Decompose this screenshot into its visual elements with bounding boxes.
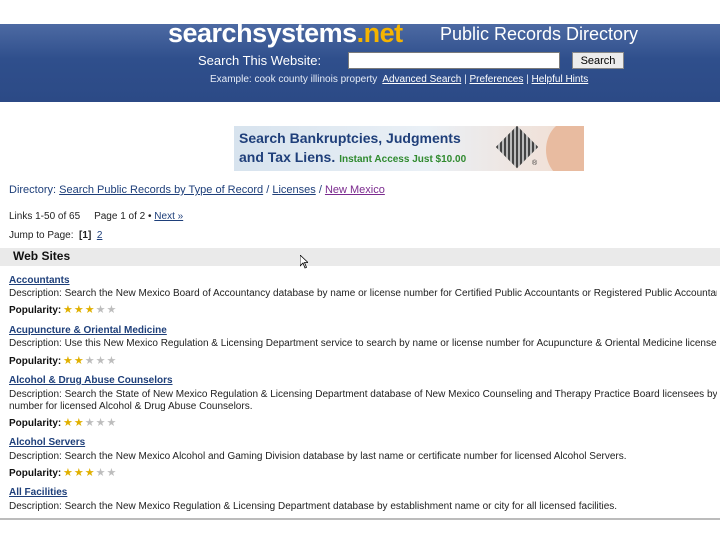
star-filled-icon: ★ [63, 355, 74, 367]
breadcrumb-prefix: Directory: [9, 184, 57, 196]
ad-subline-text: and Tax Liens. [239, 149, 336, 165]
star-filled-icon: ★ [73, 417, 85, 429]
jump-to-page: Jump to Page: [1] 2 [9, 230, 102, 241]
popularity-label: Popularity: [9, 418, 62, 429]
ad-banner[interactable]: Search Bankruptcies, Judgments and Tax L… [234, 126, 584, 171]
jump-label: Jump to Page: [9, 230, 74, 241]
ad-photo [546, 126, 584, 171]
breadcrumb-new-mexico[interactable]: New Mexico [325, 184, 385, 196]
advanced-search-link[interactable]: Advanced Search [382, 74, 461, 85]
current-page: [1] [79, 230, 92, 241]
ad-offer: Instant Access Just $10.00 [339, 154, 467, 165]
entry-title-alcohol-drug-abuse[interactable]: Alcohol & Drug Abuse Counselors [9, 375, 173, 386]
breadcrumb-by-type[interactable]: Search Public Records by Type of Record [59, 184, 263, 196]
entry-title-accountants[interactable]: Accountants [9, 275, 70, 286]
entry-description: Description: Search the New Mexico Board… [9, 288, 717, 299]
star-filled-icon: ★ [73, 304, 85, 316]
next-page-link[interactable]: Next » [154, 211, 183, 222]
links-count: Links 1-50 of 65 [9, 211, 81, 222]
preferences-link[interactable]: Preferences [469, 74, 523, 85]
entry-description: Description: Use this New Mexico Regulat… [9, 338, 717, 349]
separator: | [464, 74, 467, 85]
example-text: Example: cook county illinois property [210, 74, 378, 85]
entry-description-continued: number for licensed Alcohol & Drug Abuse… [9, 401, 253, 412]
star-filled-icon: ★ [63, 304, 74, 316]
logo-tld: .net [356, 18, 404, 48]
entry-description: Description: Search the New Mexico Alcoh… [9, 451, 627, 462]
star-empty-icon: ★ [95, 467, 107, 479]
star-empty-icon: ★ [106, 417, 118, 429]
star-empty-icon: ★ [106, 304, 118, 316]
popularity-stars: ★★★★★ [63, 466, 117, 479]
breadcrumb: Directory: Search Public Records by Type… [9, 184, 385, 196]
helpful-hints-link[interactable]: Helpful Hints [532, 74, 589, 85]
popularity-stars: ★★★★★ [63, 354, 117, 367]
page-bottom-divider [0, 518, 720, 520]
star-empty-icon: ★ [95, 417, 107, 429]
site-logo[interactable]: searchsystems.net [168, 18, 403, 49]
example-row: Example: cook county illinois property A… [210, 74, 588, 85]
ad-subline: and Tax Liens. Instant Access Just $10.00 [239, 149, 466, 165]
entry-description: Description: Search the New Mexico Regul… [9, 501, 618, 512]
site-header: searchsystems.net Public Records Directo… [0, 18, 720, 102]
star-filled-icon: ★ [73, 355, 85, 367]
star-empty-icon: ★ [84, 355, 96, 367]
star-empty-icon: ★ [84, 417, 96, 429]
popularity-label: Popularity: [9, 468, 62, 479]
star-filled-icon: ★ [84, 304, 96, 316]
star-filled-icon: ★ [63, 467, 74, 479]
star-empty-icon: ★ [95, 304, 107, 316]
star-empty-icon: ★ [95, 355, 107, 367]
search-button[interactable]: Search [572, 52, 624, 69]
ad-headline: Search Bankruptcies, Judgments [239, 130, 461, 146]
star-filled-icon: ★ [73, 467, 85, 479]
pagination-info: Links 1-50 of 65 Page 1 of 2 • Next » [9, 211, 183, 222]
star-empty-icon: ★ [106, 467, 118, 479]
popularity-stars: ★★★★★ [63, 416, 117, 429]
page-2-link[interactable]: 2 [97, 230, 103, 241]
star-filled-icon: ★ [63, 417, 74, 429]
breadcrumb-sep: / [266, 184, 270, 196]
popularity-stars: ★★★★★ [63, 303, 117, 316]
registered-icon: ® [532, 160, 538, 167]
popularity-label: Popularity: [9, 305, 62, 316]
section-title: Web Sites [13, 249, 71, 263]
separator: | [526, 74, 529, 85]
section-header: Web Sites [0, 248, 720, 266]
logo-main: searchsystems [168, 18, 357, 48]
page-info: Page 1 of 2 • [94, 211, 152, 222]
mouse-cursor-icon [300, 255, 308, 269]
star-filled-icon: ★ [84, 467, 96, 479]
breadcrumb-licenses[interactable]: Licenses [272, 184, 315, 196]
star-empty-icon: ★ [106, 355, 118, 367]
entry-title-acupuncture[interactable]: Acupuncture & Oriental Medicine [9, 325, 167, 336]
search-label: Search This Website: [198, 53, 322, 68]
entry-title-alcohol-servers[interactable]: Alcohol Servers [9, 437, 85, 448]
entry-description: Description: Search the State of New Mex… [9, 389, 717, 400]
directory-title: Public Records Directory [440, 24, 639, 44]
entry-title-all-facilities[interactable]: All Facilities [9, 487, 67, 498]
popularity-label: Popularity: [9, 356, 62, 367]
breadcrumb-sep: / [318, 184, 322, 196]
search-input[interactable] [348, 52, 560, 69]
